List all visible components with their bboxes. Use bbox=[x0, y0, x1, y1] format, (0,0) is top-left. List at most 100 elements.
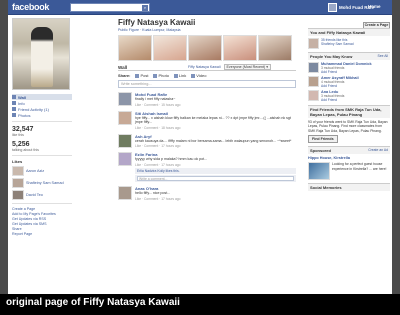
link-icon bbox=[173, 73, 178, 78]
ad-image[interactable] bbox=[308, 162, 330, 181]
strip-photo[interactable] bbox=[153, 35, 187, 61]
nav-item-photos[interactable]: Photos bbox=[12, 112, 72, 118]
liked-page-name[interactable]: Aaron Aziz bbox=[26, 169, 44, 173]
avatar[interactable] bbox=[118, 92, 132, 106]
post-icon bbox=[135, 73, 140, 78]
people-header: People You May Know See All bbox=[308, 52, 390, 60]
browser-frame: facebook ⌕ Mohd Fuad Rafe Home Wall Info… bbox=[8, 0, 392, 315]
add-friend-button[interactable]: Add Friend bbox=[321, 98, 344, 102]
wall-filter-select[interactable]: Everyone (Most Recent) ▾ bbox=[223, 64, 272, 70]
search-input[interactable]: ⌕ bbox=[70, 3, 150, 12]
post-meta[interactable]: Like · Comment · 17 hours ago bbox=[135, 197, 296, 201]
post-meta[interactable]: Like · Comment · 17 hours ago bbox=[135, 144, 296, 148]
page-subtitle[interactable]: Public Figure · Kuala Lumpur, Malaysia bbox=[118, 28, 296, 32]
divider bbox=[12, 121, 72, 122]
nav-item-label: Wall bbox=[18, 94, 27, 100]
share-link-button[interactable]: Link bbox=[173, 73, 187, 78]
wall-filter-link[interactable]: Fiffy Natasya Kawaii bbox=[188, 65, 221, 69]
post-meta[interactable]: Like · Comment · 18 hours ago bbox=[135, 126, 296, 130]
likes-count: 32,547 bbox=[12, 126, 34, 133]
avatar[interactable] bbox=[118, 110, 132, 125]
share-post-button[interactable]: Post bbox=[135, 73, 148, 78]
share-row: Share: Post Photo Link Video bbox=[118, 73, 296, 78]
add-friend-button[interactable]: Add Friend bbox=[321, 84, 359, 88]
home-link[interactable]: Home bbox=[368, 4, 381, 9]
add-friend-button[interactable]: Add Friend bbox=[321, 70, 372, 74]
share-video-label: Video bbox=[196, 73, 207, 78]
wall-composer-input[interactable]: Write something... bbox=[118, 80, 296, 88]
post-text: hye fiffy... x aishah klow fiffy balkan … bbox=[135, 115, 291, 125]
people-title: People You May Know bbox=[310, 54, 353, 59]
report-page-link[interactable]: Report Page bbox=[12, 232, 72, 237]
photos-icon bbox=[12, 113, 16, 117]
post-text: cerah kausuya da.... fifffy malam ni bor… bbox=[135, 138, 292, 143]
liked-page[interactable]: Shafieiny Sam Samad bbox=[12, 178, 72, 188]
search-icon[interactable]: ⌕ bbox=[142, 5, 148, 11]
liked-page[interactable]: David Teo bbox=[12, 190, 72, 200]
social-memories-header: Social Memories bbox=[308, 183, 390, 192]
social-memories-title: Social Memories bbox=[310, 185, 342, 191]
comment-input[interactable]: Write a comment... bbox=[137, 175, 294, 181]
post-meta[interactable]: Like · Comment · 17 hours ago bbox=[135, 163, 296, 167]
ad-text: Looking for a perfect guest house experi… bbox=[332, 162, 387, 171]
post-text: finally i met fiffy natasha~ bbox=[135, 97, 176, 101]
avatar[interactable] bbox=[308, 62, 319, 73]
likes-count-label[interactable]: like this bbox=[12, 133, 72, 137]
facebook-logo[interactable]: facebook bbox=[12, 2, 49, 12]
ad-title[interactable]: Hippo House, Kirstrella bbox=[308, 156, 390, 160]
liked-page-thumb[interactable] bbox=[12, 166, 24, 176]
avatar[interactable] bbox=[118, 133, 132, 148]
avatar[interactable] bbox=[308, 38, 319, 49]
avatar[interactable] bbox=[308, 76, 319, 87]
liked-page[interactable]: Aaron Aziz bbox=[12, 166, 72, 176]
find-friends-title: Find Friends from SMK Raja Tun Uda, Baya… bbox=[310, 107, 382, 117]
right-column: You and Fiffy Natasya Kawaii 35 friends … bbox=[308, 18, 390, 192]
strip-photo[interactable] bbox=[188, 35, 222, 61]
photo-strip bbox=[118, 35, 296, 61]
wall-post: Siti Aishah Ismail hye fiffy... x aishah… bbox=[118, 110, 296, 130]
friend-name-link[interactable]: Shafieiny Sam Samad bbox=[321, 42, 354, 46]
post-likes[interactable]: Erlia Nadzira Koily likes this. bbox=[135, 167, 296, 174]
avatar[interactable] bbox=[308, 90, 319, 101]
wall-label: Wall bbox=[118, 64, 128, 70]
person-suggestion: Muhammad Daniel Domnick 3 mutual friends A… bbox=[308, 62, 390, 74]
strip-photo[interactable] bbox=[258, 35, 292, 61]
see-all-link[interactable]: See All bbox=[377, 54, 388, 58]
wall-header: Wall Fiffy Natasya Kawaii Everyone (Most… bbox=[118, 64, 296, 71]
profile-figure bbox=[31, 27, 53, 87]
strip-photo[interactable] bbox=[118, 35, 152, 61]
share-photo-button[interactable]: Photo bbox=[153, 73, 169, 78]
person-suggestion: Ana Ledu 3 mutual friends Add Friend bbox=[308, 90, 390, 102]
avatar[interactable] bbox=[328, 3, 337, 12]
post-meta[interactable]: Like · Comment · 15 hours ago bbox=[135, 103, 296, 107]
info-icon bbox=[12, 101, 16, 105]
liked-page-name[interactable]: David Teo bbox=[26, 193, 43, 197]
image-caption: original page of Fiffy Natasya Kawaii bbox=[0, 294, 400, 315]
nav-item-label: Photos bbox=[18, 112, 31, 118]
main-column: Fiffy Natasya Kawaii Public Figure · Kua… bbox=[118, 18, 296, 201]
ad-item: Looking for a perfect guest house experi… bbox=[308, 162, 390, 181]
avatar[interactable] bbox=[118, 152, 132, 167]
friends-icon bbox=[12, 107, 16, 111]
strip-photo[interactable] bbox=[223, 35, 257, 61]
wall-post: Mohd Fuad Rafie finally i met fiffy nata… bbox=[118, 92, 296, 107]
wall-post: Anas O'hara hello fiffy... nice post... … bbox=[118, 185, 296, 201]
find-friends-header: Find Friends from SMK Raja Tun Uda, Baya… bbox=[308, 105, 390, 118]
liked-page-name[interactable]: Shafieiny Sam Samad bbox=[26, 181, 64, 185]
find-friends-button[interactable]: Find Friends bbox=[308, 135, 338, 144]
avatar[interactable] bbox=[118, 185, 132, 200]
share-link-label: Link bbox=[178, 73, 187, 78]
liked-page-thumb[interactable] bbox=[12, 178, 24, 188]
share-label: Share: bbox=[118, 73, 131, 78]
post-text: hello fiffy... nice post... bbox=[135, 190, 171, 195]
person-suggestion: Amer Asyraff Mikhail 4 mutual friends Add … bbox=[308, 76, 390, 88]
share-photo-label: Photo bbox=[158, 73, 169, 78]
talking-count-label: talking about this bbox=[12, 148, 39, 152]
profile-picture[interactable] bbox=[12, 18, 70, 90]
share-video-button[interactable]: Video bbox=[191, 73, 206, 78]
liked-page-thumb[interactable] bbox=[12, 190, 24, 200]
create-ad-link[interactable]: Create an Ad bbox=[368, 148, 388, 152]
you-and-header: You and Fiffy Natasya Kawaii bbox=[308, 28, 390, 36]
divider bbox=[12, 155, 72, 156]
video-icon bbox=[191, 73, 196, 78]
